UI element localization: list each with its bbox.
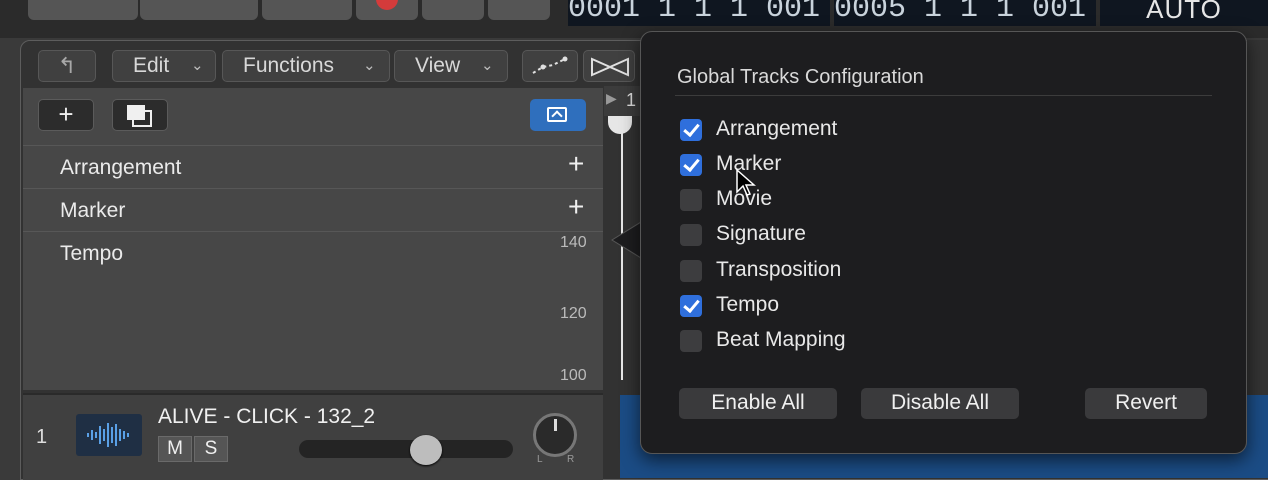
option-label: Tempo — [716, 293, 780, 316]
edit-menu[interactable]: Edit ⌄ — [112, 50, 216, 82]
global-track-label: Tempo — [60, 242, 124, 265]
duplicate-track-button[interactable] — [112, 99, 168, 131]
view-menu[interactable]: View ⌄ — [394, 50, 508, 82]
left-edge-panel — [0, 40, 18, 480]
global-track-label: Marker — [60, 199, 126, 222]
revert-button[interactable]: Revert — [1085, 388, 1207, 419]
functions-menu[interactable]: Functions ⌄ — [222, 50, 390, 82]
option-label: Beat Mapping — [716, 328, 846, 351]
plus-icon[interactable]: + — [568, 148, 584, 180]
popover-divider — [675, 95, 1212, 96]
chevron-down-icon: ⌄ — [191, 57, 204, 74]
ruler[interactable]: 1 ▶ — [604, 86, 644, 116]
lcd-mode-text: AUTO — [1146, 0, 1222, 24]
checkbox-signature[interactable] — [680, 224, 702, 246]
automation-button[interactable] — [522, 50, 578, 82]
checkbox-tempo[interactable] — [680, 295, 702, 317]
option-label: Signature — [716, 222, 806, 245]
play-triangle-icon: ▶ — [606, 90, 617, 106]
back-button[interactable]: ↰ — [38, 50, 96, 82]
mouse-pointer-icon — [736, 168, 756, 196]
transport-button[interactable] — [488, 0, 550, 20]
edit-menu-label: Edit — [133, 54, 170, 77]
pan-left-label: L — [537, 454, 543, 465]
audio-waveform-icon[interactable] — [76, 414, 142, 456]
record-icon — [376, 0, 398, 10]
back-arrow-icon: ↰ — [57, 53, 77, 78]
bowtie-icon — [591, 57, 629, 77]
catch-button[interactable] — [583, 50, 635, 82]
enable-all-button[interactable]: Enable All — [679, 388, 837, 419]
global-track-marker[interactable]: Marker + — [23, 188, 603, 231]
checkbox-arrangement[interactable] — [680, 119, 702, 141]
checkbox-movie[interactable] — [680, 189, 702, 211]
tempo-scale-label: 140 — [560, 234, 587, 251]
add-track-button[interactable]: + — [38, 99, 94, 131]
option-label: Arrangement — [716, 117, 838, 140]
track-number: 1 — [36, 426, 48, 448]
chevron-down-icon: ⌄ — [481, 57, 494, 74]
global-track-arrangement[interactable]: Arrangement + — [23, 145, 603, 188]
view-menu-label: View — [415, 54, 461, 77]
transport-button[interactable] — [28, 0, 138, 20]
popover-arrow — [611, 222, 640, 258]
lcd-position-display[interactable]: 0001 1 1 1 001 — [568, 0, 830, 26]
volume-fader[interactable] — [299, 440, 513, 458]
lcd-position-text: 0001 1 1 1 001 — [568, 0, 821, 26]
chevron-down-icon: ⌄ — [363, 57, 376, 74]
checkbox-marker[interactable] — [680, 154, 702, 176]
pan-knob[interactable] — [533, 413, 577, 457]
volume-fader-handle[interactable] — [410, 435, 442, 465]
solo-button[interactable]: S — [194, 436, 228, 462]
duplicate-icon — [127, 105, 152, 127]
automation-curve-icon — [532, 56, 568, 74]
global-track-label: Arrangement — [60, 156, 182, 179]
checkbox-beat-mapping[interactable] — [680, 330, 702, 352]
functions-menu-label: Functions — [243, 54, 335, 77]
tempo-scale-label: 120 — [560, 305, 587, 322]
waveform-glyph — [87, 423, 129, 447]
track-name: ALIVE - CLICK - 132_2 — [158, 405, 376, 428]
lcd-mode-display[interactable]: AUTO — [1100, 0, 1268, 26]
transport-button[interactable] — [422, 0, 484, 20]
record-button[interactable] — [356, 0, 418, 20]
global-track-tempo[interactable]: Tempo — [23, 231, 603, 382]
ruler-bar-number: 1 — [626, 90, 637, 110]
lcd-position-display-2[interactable]: 0005 1 1 1 001 — [834, 0, 1096, 26]
plus-icon[interactable]: + — [568, 191, 584, 223]
mute-button[interactable]: M — [158, 436, 192, 462]
lcd-position-text-2: 0005 1 1 1 001 — [834, 0, 1087, 26]
transport-button[interactable] — [262, 0, 352, 20]
option-label: Transposition — [716, 258, 842, 281]
global-tracks-icon — [547, 107, 567, 122]
popover-title: Global Tracks Configuration — [677, 66, 924, 88]
tempo-scale-label: 100 — [560, 367, 587, 384]
plus-icon: + — [58, 99, 74, 129]
checkbox-transposition[interactable] — [680, 260, 702, 282]
transport-button[interactable] — [140, 0, 258, 20]
disable-all-button[interactable]: Disable All — [861, 388, 1019, 419]
pan-right-label: R — [567, 454, 575, 465]
global-tracks-toggle[interactable] — [530, 99, 586, 131]
